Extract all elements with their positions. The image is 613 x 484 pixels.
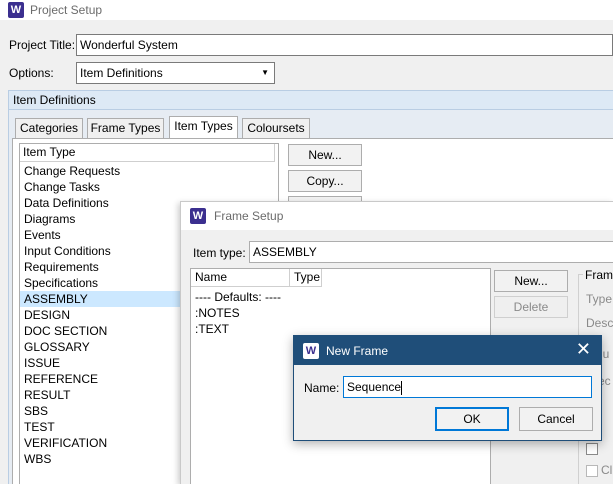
frame-description-label: Descr <box>586 316 613 330</box>
project-title-label: Project Title: <box>9 38 76 52</box>
item-type-field: ASSEMBLY <box>249 241 613 263</box>
item-type-label: Item type: <box>193 246 246 260</box>
copy-item-type-button[interactable]: Copy... <box>288 170 362 192</box>
close-icon[interactable]: ✕ <box>576 339 591 359</box>
frame-name-value: Sequence <box>347 380 402 394</box>
new-frame-button[interactable]: New... <box>494 270 568 292</box>
cancel-button[interactable]: Cancel <box>519 407 593 431</box>
text-cursor <box>401 380 403 395</box>
app-icon: W <box>303 342 319 359</box>
options-label: Options: <box>9 66 54 80</box>
frame-setup-title: Frame Setup <box>214 209 284 223</box>
item-type-header-label: Item Type <box>23 145 76 159</box>
app-icon: W <box>8 2 24 18</box>
frames-rows: ---- Defaults: ----:NOTES:TEXT <box>191 288 490 337</box>
ok-button[interactable]: OK <box>435 407 509 431</box>
app-icon: W <box>190 208 206 224</box>
new-frame-titlebar[interactable]: W New Frame ✕ <box>294 336 601 365</box>
name-label: Name: <box>304 381 340 395</box>
tab-coloursets[interactable]: Coloursets <box>242 118 310 138</box>
item-definitions-header: Item Definitions <box>8 90 613 110</box>
project-setup-titlebar[interactable]: W Project Setup <box>0 0 613 20</box>
item-type-row[interactable]: Change Requests <box>20 163 278 179</box>
frame-setup-titlebar[interactable]: W Frame Setup <box>181 202 613 230</box>
frame-group-title: Fram <box>583 268 613 282</box>
item-type-column-header[interactable]: Item Type <box>20 144 275 162</box>
new-frame-dialog: W New Frame ✕ Name: Sequence OK Cancel <box>293 335 602 441</box>
new-item-type-button[interactable]: New... <box>288 144 362 166</box>
frame-type-label: Type: <box>586 292 613 306</box>
name-column-header[interactable]: Name <box>191 269 290 287</box>
project-title-input[interactable]: Wonderful System <box>76 34 613 56</box>
options-select[interactable]: Item Definitions ▼ <box>76 62 275 84</box>
type-column-header[interactable]: Type <box>290 269 322 287</box>
options-select-value: Item Definitions <box>80 66 163 80</box>
frame-option-checkbox-1[interactable] <box>586 443 598 455</box>
delete-frame-button[interactable]: Delete <box>494 296 568 318</box>
item-type-row[interactable]: Change Tasks <box>20 179 278 195</box>
frame-row[interactable]: ---- Defaults: ---- <box>191 289 490 305</box>
tab-frame-types[interactable]: Frame Types <box>87 118 164 138</box>
window-title: Project Setup <box>30 3 103 17</box>
frame-cl-label-2: Cl <box>601 463 613 477</box>
chevron-down-icon: ▼ <box>261 68 269 77</box>
frame-option-checkbox-2[interactable] <box>586 465 598 477</box>
tab-item-types[interactable]: Item Types <box>169 116 238 138</box>
section-title: Item Definitions <box>13 93 96 107</box>
new-frame-title: New Frame <box>326 343 389 358</box>
tab-categories[interactable]: Categories <box>15 118 83 138</box>
frame-row[interactable]: :NOTES <box>191 305 490 321</box>
frame-name-input[interactable]: Sequence <box>343 376 592 398</box>
